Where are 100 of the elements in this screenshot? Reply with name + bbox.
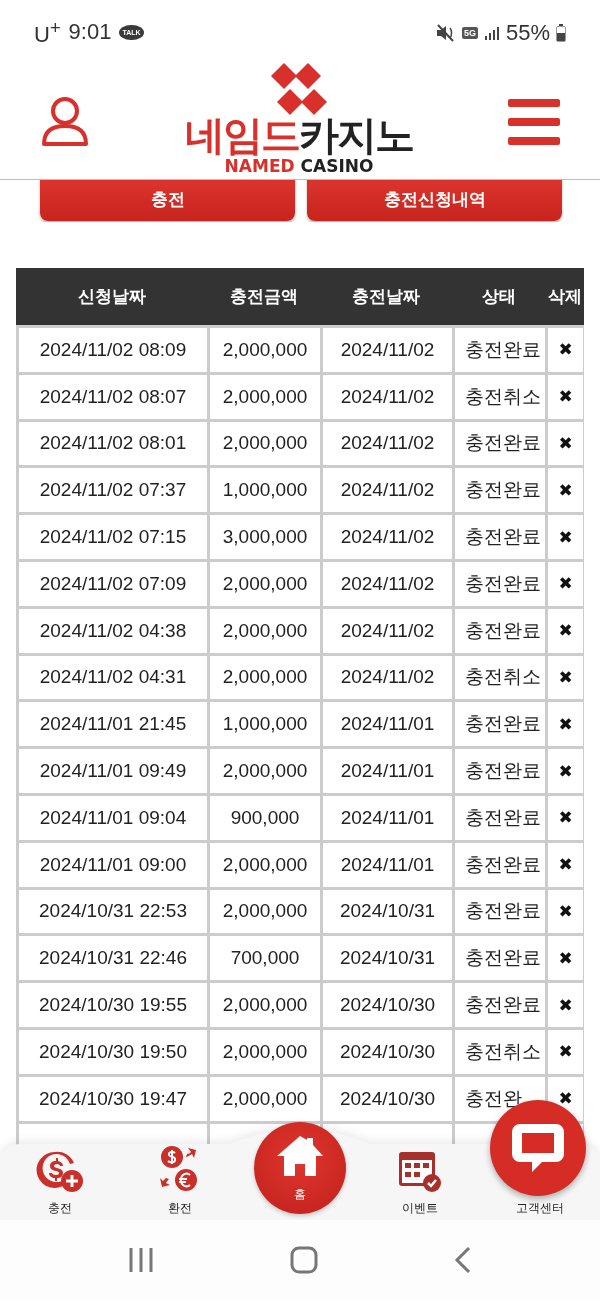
amount-cell: 2,000,000 (210, 889, 320, 934)
request-date-cell: 2024/11/02 04:38 (19, 608, 207, 653)
charge-date-cell: 2024/11/02 (323, 468, 452, 513)
rounded-square-icon (290, 1246, 318, 1274)
request-date-cell: 2024/11/02 07:37 (19, 468, 207, 513)
network-badge: 5G (461, 26, 478, 39)
request-date-cell: 2024/10/30 19:50 (19, 1029, 207, 1074)
charge-date-cell: 2024/10/30 (323, 1029, 452, 1074)
request-date-cell: 2024/11/02 08:01 (19, 421, 207, 466)
amount-cell: 2,000,000 (210, 1029, 320, 1074)
status-cell: 충전완료 (455, 749, 545, 793)
menu-button[interactable] (508, 99, 560, 145)
amount-cell: 1,000,000 (210, 702, 320, 747)
delete-button[interactable]: ✖ (548, 795, 583, 840)
charge-date-cell: 2024/10/31 (323, 889, 452, 934)
charge-date-cell: 2024/11/02 (323, 515, 452, 559)
delete-button[interactable]: ✖ (548, 608, 583, 653)
charge-date-cell: 2024/11/02 (323, 655, 452, 700)
carrier-text: U$^{+}$ (34, 16, 61, 49)
request-date-cell: 2024/11/01 09:49 (19, 749, 207, 793)
request-date-cell: 2024/11/02 04:31 (19, 655, 207, 700)
column-header: 신청날짜 (76, 285, 147, 308)
recent-apps-icon (128, 1247, 154, 1273)
status-cell: 충전취소 (455, 655, 545, 700)
charge-date-cell: 2024/11/02 (323, 608, 452, 653)
status-cell: 충전완료 (455, 562, 545, 606)
tab-button[interactable]: 충전 (40, 180, 295, 221)
status-cell: 충전완료 (455, 889, 545, 934)
back-icon (454, 1246, 472, 1274)
request-date-cell: 2024/10/30 19:47 (19, 1076, 207, 1121)
battery-percent: 55% (505, 19, 550, 46)
delete-button[interactable]: ✖ (548, 515, 583, 559)
charge-date-cell: 2024/11/01 (323, 795, 452, 840)
charge-date-cell: 2024/11/01 (323, 749, 452, 793)
delete-button[interactable]: ✖ (548, 328, 583, 372)
deposit-nav-button[interactable]: 충전 (0, 1144, 120, 1223)
amount-cell: 2,000,000 (210, 842, 320, 887)
delete-button[interactable]: ✖ (548, 983, 583, 1027)
clock-text: 9:01 (68, 19, 112, 46)
status-cell: 충전완료 (455, 421, 545, 466)
status-cell: 충전완료 (455, 983, 545, 1027)
charge-date-cell: 2024/10/30 (323, 983, 452, 1027)
delete-button[interactable]: ✖ (548, 562, 583, 606)
request-date-cell: 2024/11/02 08:07 (19, 374, 207, 419)
tab-button[interactable]: 충전신청내역 (307, 180, 562, 221)
battery-icon (556, 23, 566, 42)
amount-cell: 2,000,000 (210, 374, 320, 419)
house-icon (275, 1133, 325, 1178)
charge-date-cell: 2024/11/02 (323, 421, 452, 466)
column-header: 충전금액 (228, 285, 299, 308)
amount-cell: 2,000,000 (210, 749, 320, 793)
request-date-cell: 2024/11/01 09:00 (19, 842, 207, 887)
delete-button[interactable]: ✖ (548, 374, 583, 419)
charge-date-cell: 2024/11/01 (323, 842, 452, 887)
delete-button[interactable]: ✖ (548, 1029, 583, 1074)
amount-cell: 1,000,000 (210, 468, 320, 513)
signal-icon (483, 24, 500, 41)
charge-date-cell: 2024/11/02 (323, 328, 452, 372)
amount-cell: 2,000,000 (210, 655, 320, 700)
amount-cell: 2,000,000 (210, 421, 320, 466)
status-cell: 충전완료 (455, 328, 545, 372)
request-date-cell: 2024/10/31 22:53 (19, 889, 207, 934)
coin-plus-icon (35, 1150, 85, 1194)
delete-button[interactable]: ✖ (548, 655, 583, 700)
support-nav-button[interactable]: 고객센터 (516, 1200, 564, 1217)
column-header: 충전날짜 (351, 285, 421, 308)
person-icon (40, 96, 90, 148)
amount-cell: 2,000,000 (210, 608, 320, 653)
delete-button[interactable]: ✖ (548, 749, 583, 793)
delete-button[interactable]: ✖ (548, 421, 583, 466)
request-date-cell: 2024/10/30 19:55 (19, 983, 207, 1027)
charge-date-cell: 2024/11/02 (323, 374, 452, 419)
account-button[interactable] (40, 96, 90, 148)
amount-cell: 900,000 (210, 795, 320, 840)
request-date-cell: 2024/11/01 09:04 (19, 795, 207, 840)
charge-date-cell: 2024/10/31 (323, 936, 452, 981)
status-cell: 충전완료 (455, 795, 545, 840)
amount-cell: 2,000,000 (210, 1076, 320, 1121)
delete-button[interactable]: ✖ (548, 889, 583, 934)
status-cell: 충전완료 (455, 842, 545, 887)
charge-date-cell: 2024/11/01 (323, 702, 452, 747)
status-cell: 충전완료 (455, 936, 545, 981)
amount-cell: 2,000,000 (210, 983, 320, 1027)
status-cell: 충전완료 (455, 468, 545, 513)
charge-date-cell: 2024/11/02 (323, 562, 452, 606)
status-cell: 충전취소 (455, 1029, 545, 1074)
amount-cell: 2,000,000 (210, 328, 320, 372)
column-header: 삭제 (546, 285, 583, 308)
delete-button[interactable]: ✖ (548, 842, 583, 887)
amount-cell: 700,000 (210, 936, 320, 981)
column-header: 상태 (480, 285, 517, 308)
amount-cell: 2,000,000 (210, 562, 320, 606)
request-date-cell: 2024/11/02 07:15 (19, 515, 207, 559)
delete-button[interactable]: ✖ (548, 468, 583, 513)
request-date-cell: 2024/10/31 22:46 (19, 936, 207, 981)
delete-button[interactable]: ✖ (548, 936, 583, 981)
status-cell: 충전완료 (455, 702, 545, 747)
delete-button[interactable]: ✖ (548, 702, 583, 747)
status-cell: 충전취소 (455, 374, 545, 419)
logo-subtitle: NAMED CASINO (224, 156, 374, 176)
